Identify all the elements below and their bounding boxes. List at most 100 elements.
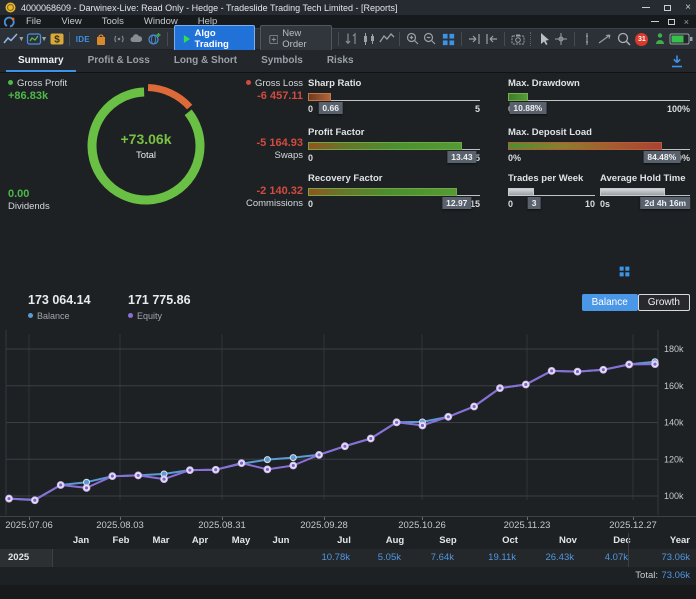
market-bag-icon[interactable]	[92, 30, 109, 48]
candles-icon[interactable]	[360, 30, 377, 48]
trendline-icon[interactable]	[597, 30, 614, 48]
gauge-fill	[308, 93, 331, 101]
month-value: 4.07k	[605, 549, 628, 567]
balance-value: 173 064.14	[28, 293, 91, 307]
bottom-band	[0, 585, 696, 599]
growth-view-button[interactable]: Growth	[638, 294, 690, 311]
menu-file[interactable]: File	[16, 16, 51, 27]
balance-equity-chart[interactable]: 180k160k140k120k100k	[0, 330, 696, 516]
ide-icon[interactable]: IDE	[74, 30, 91, 48]
search-icon[interactable]	[616, 30, 633, 48]
close-icon[interactable]: ×	[685, 2, 691, 13]
new-order-button[interactable]: New Order	[260, 25, 332, 53]
x-axis-date-label: 2025.08.03	[96, 520, 144, 531]
y-axis-tick-label: 100k	[664, 491, 684, 501]
chart-type-icon[interactable]	[3, 30, 20, 48]
mdi-restore-icon[interactable]	[668, 19, 675, 25]
signal-icon[interactable]	[110, 30, 127, 48]
month-value: 73.06k	[661, 549, 690, 567]
zoom-out-icon[interactable]	[422, 30, 439, 48]
gross-profit-dot-icon	[8, 80, 13, 85]
mdi-minimize-icon[interactable]	[651, 21, 659, 22]
tab-risks[interactable]: Risks	[315, 50, 366, 72]
balance-view-button[interactable]: Balance	[582, 294, 638, 311]
play-icon	[183, 34, 191, 44]
gross-loss-label: Gross Loss	[246, 78, 303, 89]
menu-view[interactable]: View	[51, 16, 91, 27]
toolbar: ▼ ▼ $ IDE Algo Trading New Order 31	[0, 28, 696, 50]
x-axis-date-label: 2025.07.06	[5, 520, 53, 531]
line-chart-icon[interactable]	[378, 30, 395, 48]
tab-summary[interactable]: Summary	[6, 50, 76, 72]
x-axis-date-label: 2025.10.26	[398, 520, 446, 531]
shift-end-left-icon[interactable]	[484, 30, 501, 48]
gauge-value-badge: 12.97	[442, 197, 471, 209]
month-value: 26.43k	[545, 549, 574, 567]
year-row-header: 2025	[0, 549, 52, 567]
market-watch-icon[interactable]	[26, 30, 43, 48]
shift-end-right-icon[interactable]	[466, 30, 483, 48]
swaps-value: -5 164.93	[257, 137, 303, 149]
title-bar: 4000068609 - Darwinex-Live: Read Only - …	[0, 0, 696, 15]
tab-long-short[interactable]: Long & Short	[162, 50, 249, 72]
depth-of-market-icon[interactable]	[343, 30, 360, 48]
year-row-2025[interactable]: 2025 10.78k5.05k7.64k19.11k26.43k4.07k73…	[0, 549, 696, 567]
download-icon[interactable]	[670, 54, 684, 68]
chart-grid-icon[interactable]	[618, 265, 631, 278]
commissions-value: -2 140.32	[257, 185, 303, 197]
x-axis-date-label: 2025.08.31	[198, 520, 246, 531]
gauge-bar	[508, 142, 690, 150]
profit-donut-chart[interactable]: +73.06k Total	[81, 81, 211, 211]
gauge-average-hold-time: Average Hold Time0s3d2d 4h 16m	[600, 173, 690, 209]
loss-zone: Gross Loss -6 457.11 -5 164.93 Swaps -2 …	[225, 75, 305, 217]
gauge-title: Max. Drawdown	[508, 78, 690, 89]
screenshot-icon[interactable]	[509, 30, 526, 48]
gauge-value-badge: 0.66	[318, 102, 343, 114]
donut-total-label: Total	[136, 150, 156, 161]
gauge-fill	[508, 142, 662, 150]
table-divider	[52, 549, 53, 567]
restore-icon[interactable]	[664, 5, 671, 11]
gross-profit-value: +86.83k	[8, 90, 48, 102]
crosshair-icon[interactable]	[553, 30, 570, 48]
gauge-fill	[508, 188, 534, 196]
menu-bar: File View Tools Window Help ×	[0, 15, 696, 28]
gauge-value-badge: 84.48%	[643, 151, 680, 163]
minimize-icon[interactable]	[642, 7, 650, 8]
gauge-bar	[308, 188, 480, 196]
gauge-recovery-factor: Recovery Factor01512.97	[308, 173, 480, 209]
tab-profit-loss[interactable]: Profit & Loss	[76, 50, 162, 72]
month-label: Oct	[502, 533, 518, 549]
mdi-close-icon[interactable]: ×	[684, 17, 689, 27]
gauge-profit-factor: Profit Factor01513.43	[308, 127, 480, 163]
equity-value: 171 775.86	[128, 293, 191, 307]
gauge-value-badge: 2d 4h 16m	[641, 197, 691, 209]
gauge-max-label: 5	[475, 104, 480, 114]
gauge-max-deposit-load: Max. Deposit Load0%100%84.48%	[508, 127, 690, 163]
months-header-row: JanFebMarAprMayJunJulAugSepOctNovDecYear	[0, 533, 696, 549]
notifications-icon[interactable]: 31	[633, 30, 650, 48]
month-label: Jun	[273, 533, 290, 549]
cloud-icon[interactable]	[128, 30, 145, 48]
gauge-trades-per-week: Trades per Week0103	[508, 173, 595, 209]
dollar-icon[interactable]: $	[49, 30, 66, 48]
gauge-title: Sharp Ratio	[308, 78, 480, 89]
equity-line	[9, 364, 655, 500]
mt5-logo-icon	[4, 16, 16, 28]
tile-windows-icon[interactable]	[440, 30, 457, 48]
gauge-bar	[508, 188, 595, 196]
vertical-line-icon[interactable]	[579, 30, 596, 48]
community-icon[interactable]	[146, 30, 163, 48]
algo-trading-button[interactable]: Algo Trading	[174, 25, 255, 53]
x-axis-date-label: 2025.12.27	[609, 520, 657, 531]
app-window: { "window": { "title": "4000068609 - Dar…	[0, 0, 696, 599]
cursor-icon[interactable]	[535, 30, 552, 48]
month-value: 7.64k	[431, 549, 454, 567]
tab-symbols[interactable]: Symbols	[249, 50, 315, 72]
menu-tools[interactable]: Tools	[92, 16, 134, 27]
zoom-in-icon[interactable]	[404, 30, 421, 48]
commissions-label: Commissions	[246, 198, 303, 209]
gauge-value-badge: 10.88%	[509, 102, 546, 114]
total-value: 73.06k	[661, 567, 690, 585]
account-level-icon[interactable]	[651, 30, 668, 48]
